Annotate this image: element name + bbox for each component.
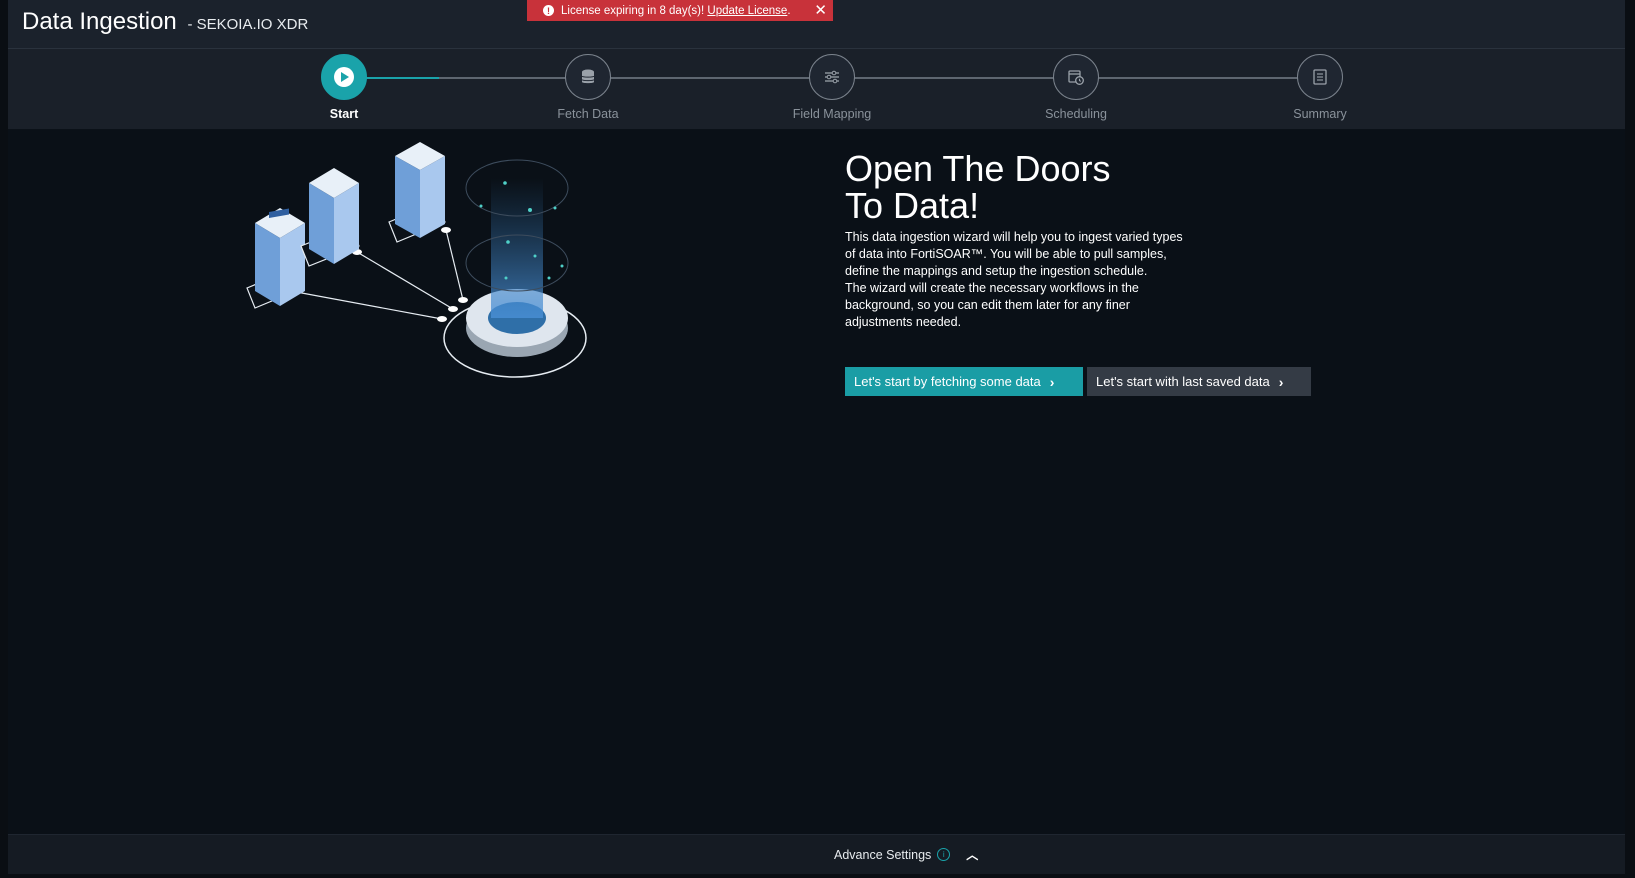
fetch-data-button[interactable]: Let's start by fetching some data › [845, 367, 1083, 396]
database-icon [581, 69, 595, 84]
step-label-fetch-data: Fetch Data [557, 107, 619, 121]
advance-settings-toggle[interactable]: Advance Settings i ︿ [834, 846, 978, 863]
hero-title-line1: Open The Doors [845, 148, 1111, 189]
step-scheduling[interactable] [1053, 54, 1099, 100]
chevron-up-icon[interactable]: ︿ [966, 846, 978, 863]
chevron-right-icon: › [1049, 373, 1055, 390]
step-start[interactable] [321, 54, 367, 100]
hero-description-paragraph: This data ingestion wizard will help you… [845, 230, 1183, 278]
close-icon[interactable]: ✕ [814, 0, 827, 21]
license-banner: ! License expiring in 8 day(s)! Update L… [527, 0, 833, 21]
update-license-link[interactable]: Update License [707, 5, 787, 17]
hero-title: Open The Doors To Data! [845, 150, 1165, 224]
alert-icon: ! [543, 5, 554, 16]
calendar-clock-icon [1068, 70, 1084, 85]
page-subtitle: - SEKOIA.IO XDR [187, 16, 309, 33]
chevron-right-icon: › [1278, 373, 1284, 390]
license-message: License expiring in 8 day(s)! [561, 4, 705, 17]
wizard-stepper: Start Fetch Data Field Mapping Schedulin… [8, 49, 1625, 129]
play-icon [334, 67, 354, 87]
footer-bar: Advance Settings i ︿ [8, 834, 1625, 875]
info-icon[interactable]: i [937, 848, 951, 861]
step-label-scheduling: Scheduling [1045, 107, 1107, 121]
step-connector [587, 77, 828, 79]
step-summary[interactable] [1297, 54, 1343, 100]
sliders-icon [825, 70, 839, 84]
step-label-field-mapping: Field Mapping [792, 107, 872, 121]
data-servers-illustration [246, 142, 587, 378]
left-edge [0, 0, 8, 878]
step-label-summary: Summary [1293, 107, 1347, 121]
step-connector [1075, 77, 1316, 79]
step-field-mapping[interactable] [809, 54, 855, 100]
document-icon [1313, 69, 1327, 85]
step-fetch-data[interactable] [565, 54, 611, 100]
last-saved-data-button[interactable]: Let's start with last saved data › [1087, 367, 1311, 396]
license-suffix: . [787, 4, 791, 17]
step-connector [831, 77, 1072, 79]
last-saved-data-button-label: Let's start with last saved data [1096, 374, 1270, 389]
right-edge [1625, 0, 1635, 878]
hero-description-paragraph: The wizard will create the necessary wor… [845, 281, 1139, 329]
advance-settings-label: Advance Settings [834, 847, 932, 862]
page-title-text: Data Ingestion [22, 8, 177, 35]
step-label-start: Start [329, 107, 359, 121]
page-title: Data Ingestion - SEKOIA.IO XDR [22, 8, 308, 36]
fetch-data-button-label: Let's start by fetching some data [854, 374, 1041, 389]
bottom-edge [0, 874, 1635, 878]
hero-description: This data ingestion wizard will help you… [845, 229, 1195, 331]
hero-title-line2: To Data! [845, 185, 980, 226]
